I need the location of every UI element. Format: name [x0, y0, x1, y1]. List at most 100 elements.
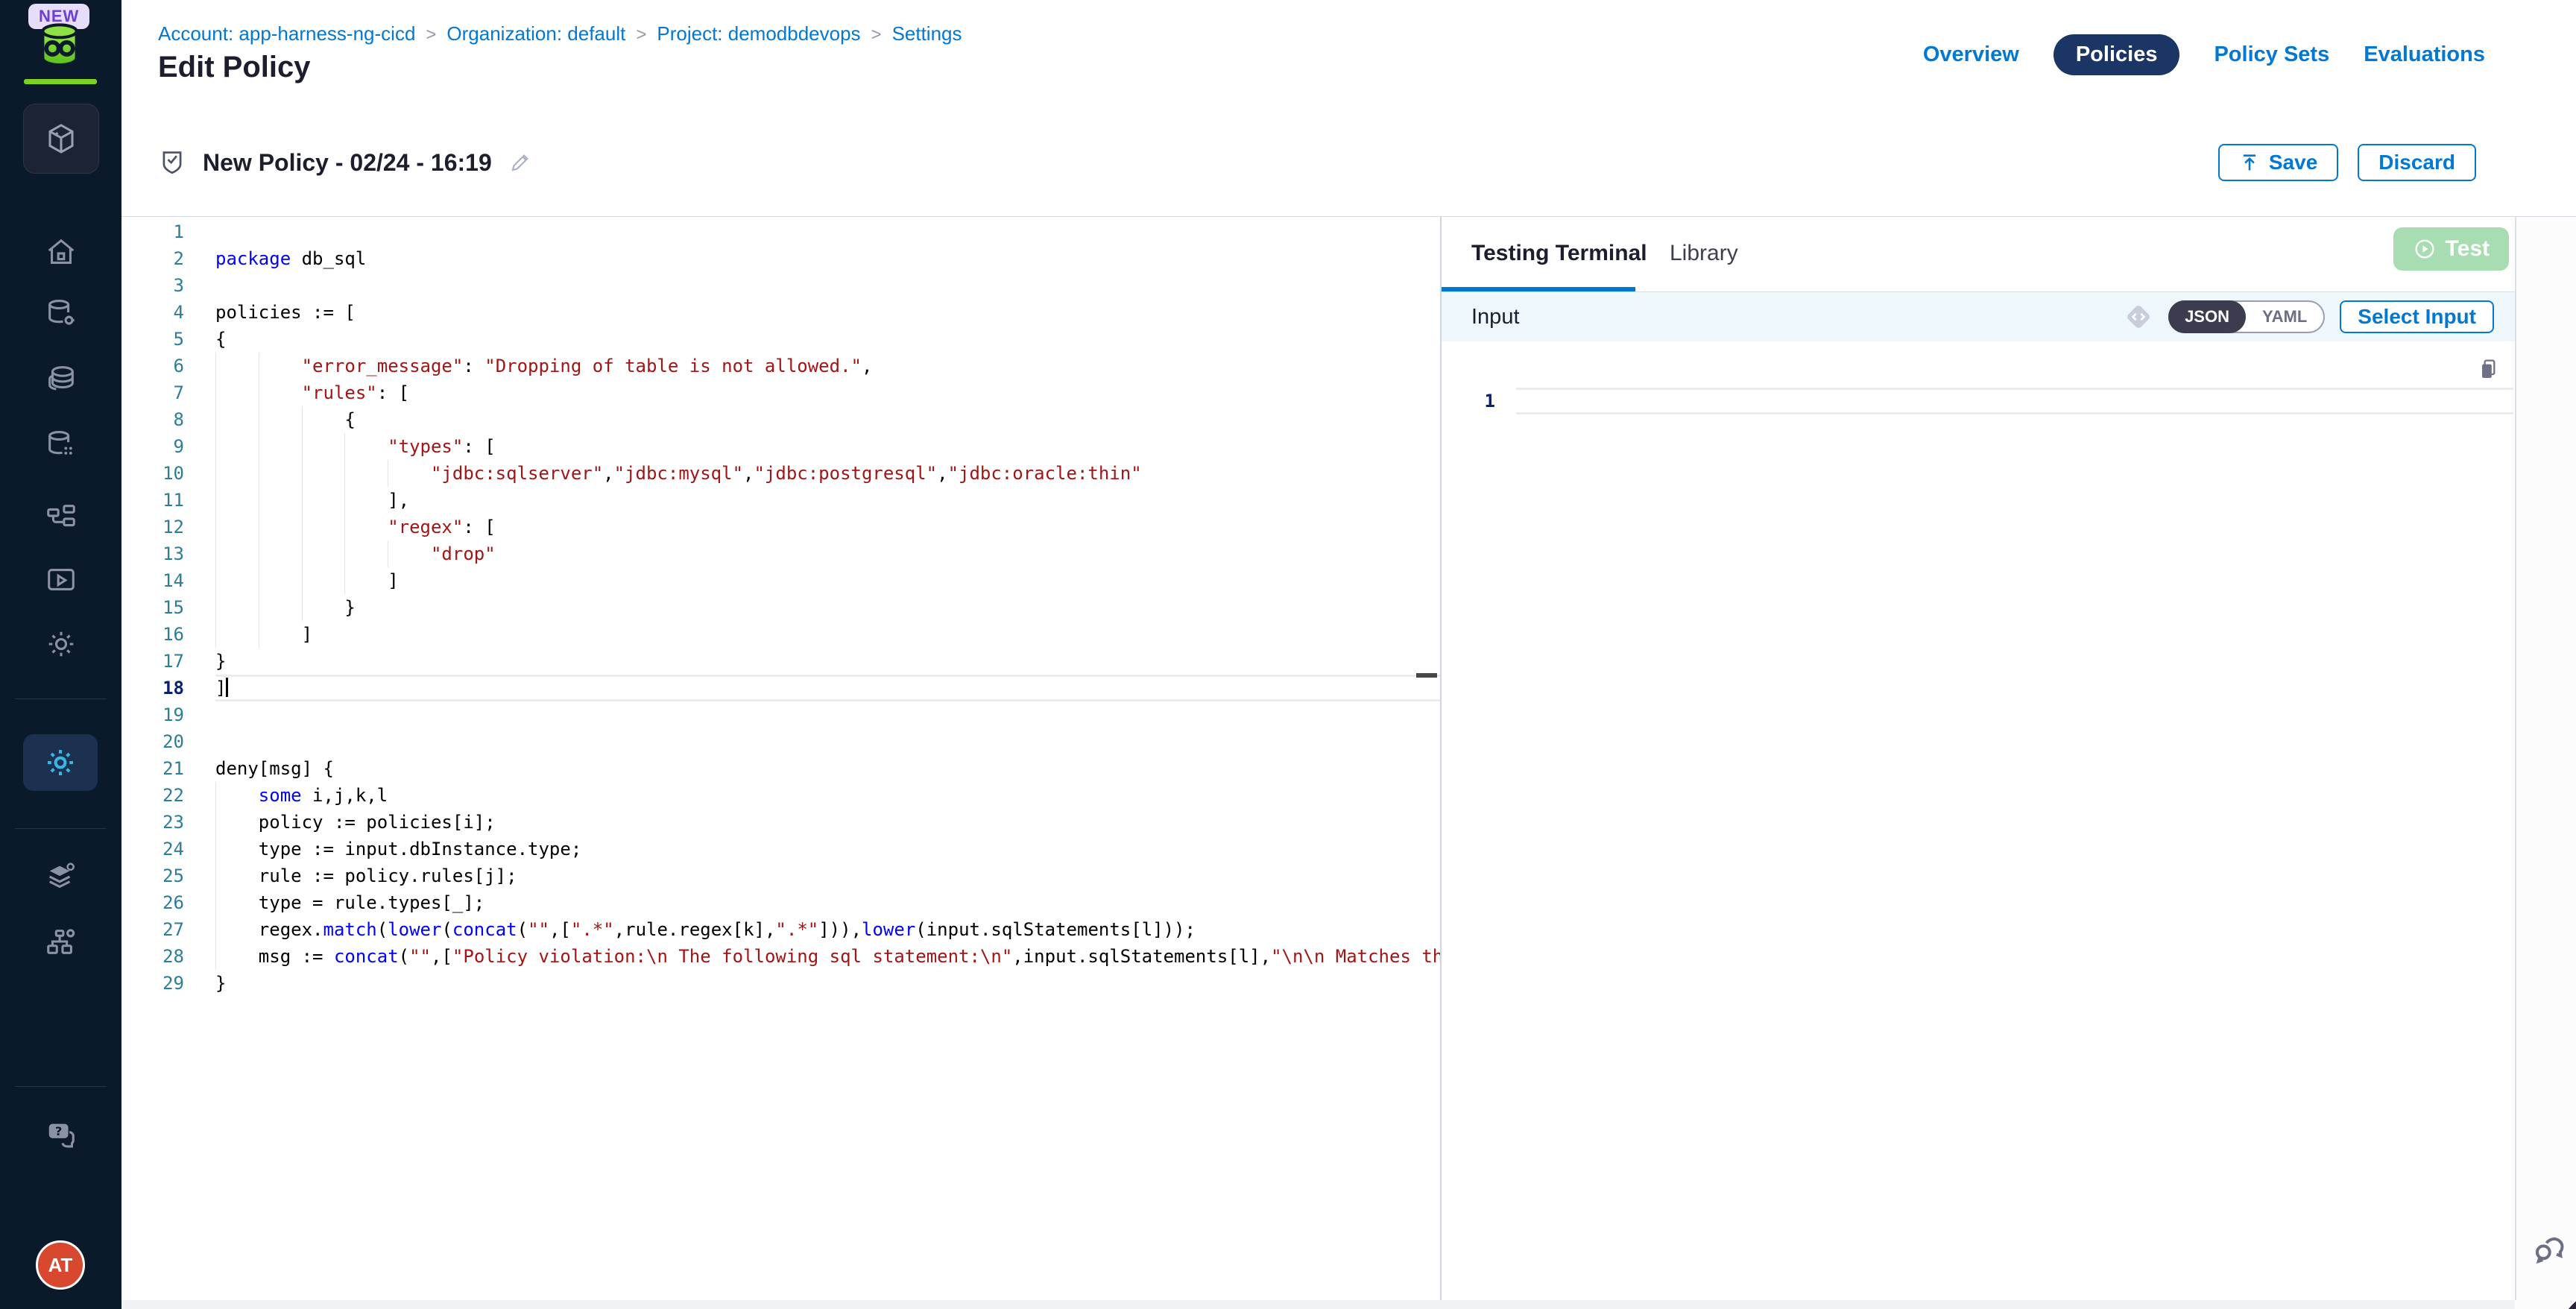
discard-button[interactable]: Discard: [2358, 144, 2476, 181]
line-number: 18: [121, 675, 184, 701]
test-button[interactable]: Test: [2393, 227, 2509, 271]
code-line[interactable]: 23 policy := policies[i];: [121, 809, 1440, 836]
edit-pencil-icon[interactable]: [508, 151, 532, 174]
harness-db-devops-logo-icon[interactable]: [34, 22, 85, 69]
code-line[interactable]: 10 "jdbc:sqlserver","jdbc:mysql","jdbc:p…: [121, 460, 1440, 487]
format-json-option[interactable]: JSON: [2168, 300, 2246, 333]
line-number: 14: [121, 567, 184, 594]
code-line[interactable]: 5{: [121, 326, 1440, 353]
code-line[interactable]: 1: [121, 218, 1440, 245]
line-number: 24: [121, 836, 184, 862]
sidebar-module-tile[interactable]: [23, 104, 99, 174]
line-number: 2: [121, 245, 184, 272]
code-line[interactable]: 29}: [121, 970, 1440, 997]
copy-icon[interactable]: [2473, 356, 2498, 382]
org-structure-icon[interactable]: [44, 924, 78, 959]
code-line[interactable]: 22 some i,j,k,l: [121, 782, 1440, 809]
line-number: 5: [121, 326, 184, 353]
sidebar-item-settings-active[interactable]: [23, 734, 98, 791]
line-number: 16: [121, 621, 184, 648]
logo-underline: [24, 79, 97, 84]
format-yaml-option[interactable]: YAML: [2246, 300, 2323, 333]
save-button[interactable]: Save: [2218, 144, 2338, 181]
code-line[interactable]: 9 "types": [: [121, 433, 1440, 460]
tab-overview[interactable]: Overview: [1923, 42, 2019, 67]
code-line[interactable]: 20: [121, 728, 1440, 755]
line-number: 12: [121, 514, 184, 540]
policy-toolbar: New Policy - 02/24 - 16:19 Save Discard: [121, 109, 2576, 217]
code-line[interactable]: 15 }: [121, 594, 1440, 621]
line-number: 10: [121, 460, 184, 487]
code-line[interactable]: 13 "drop": [121, 540, 1440, 567]
code-line[interactable]: 28 msg := concat("",["Policy violation:\…: [121, 943, 1440, 970]
sidebar-divider: [15, 828, 107, 829]
breadcrumb-separator: >: [636, 25, 646, 45]
settings-gear-active-icon: [42, 745, 78, 780]
policy-name: New Policy - 02/24 - 16:19: [203, 149, 492, 177]
code-line[interactable]: 18]: [121, 675, 1440, 701]
code-line[interactable]: 7 "rules": [: [121, 379, 1440, 406]
tab-policies-active[interactable]: Policies: [2053, 34, 2180, 75]
breadcrumb: Account: app-harness-ng-cicd > Organizatio…: [158, 22, 962, 45]
shield-check-icon: [158, 148, 186, 177]
resources-layers-icon[interactable]: [44, 860, 78, 895]
code-editor[interactable]: 12package db_sql34policies := [5{6 "erro…: [121, 217, 1440, 1300]
code-line[interactable]: 4policies := [: [121, 299, 1440, 326]
right-margin-strip: [2516, 217, 2576, 1309]
line-number: 7: [121, 379, 184, 406]
database-instances-icon[interactable]: [44, 428, 78, 462]
edit-policy-page: NEW: [0, 0, 2576, 1309]
input-editor[interactable]: 1: [1442, 341, 2515, 1299]
line-number: 27: [121, 916, 184, 943]
breadcrumb-project[interactable]: Project: demodbdevops: [657, 22, 860, 45]
support-chat-icon[interactable]: [2528, 1230, 2570, 1272]
code-line[interactable]: 27 regex.match(lower(concat("",[".*",rul…: [121, 916, 1440, 943]
tab-library[interactable]: Library: [1670, 241, 1738, 266]
code-format-icon: [2124, 302, 2153, 332]
breadcrumb-account[interactable]: Account: app-harness-ng-cicd: [158, 22, 415, 45]
code-line[interactable]: 17}: [121, 648, 1440, 675]
breadcrumb-separator: >: [426, 25, 436, 45]
code-line[interactable]: 3: [121, 272, 1440, 299]
code-line[interactable]: 24 type := input.dbInstance.type;: [121, 836, 1440, 862]
breadcrumb-organization[interactable]: Organization: default: [446, 22, 625, 45]
upload-icon: [2239, 152, 2260, 173]
bottom-scroll-area[interactable]: [121, 1300, 2515, 1309]
code-line[interactable]: 14 ]: [121, 567, 1440, 594]
executions-play-icon[interactable]: [44, 563, 78, 597]
code-line[interactable]: 19: [121, 701, 1440, 728]
code-line[interactable]: 25 rule := policy.rules[j];: [121, 862, 1440, 889]
help-chat-icon[interactable]: ?: [44, 1118, 78, 1152]
breadcrumb-settings[interactable]: Settings: [892, 22, 962, 45]
code-line[interactable]: 11 ],: [121, 487, 1440, 514]
top-header: Account: app-harness-ng-cicd > Organizatio…: [121, 0, 2576, 110]
code-line[interactable]: 2package db_sql: [121, 245, 1440, 272]
input-editor-line[interactable]: 1: [1442, 388, 2513, 414]
line-number: 6: [121, 353, 184, 379]
select-input-button[interactable]: Select Input: [2340, 300, 2494, 333]
tab-testing-terminal[interactable]: Testing Terminal: [1471, 241, 1647, 266]
testing-panel: Testing Terminal Library Test Input JSON…: [1442, 217, 2516, 1300]
code-line[interactable]: 12 "regex": [: [121, 514, 1440, 540]
code-line[interactable]: 16 ]: [121, 621, 1440, 648]
pipeline-flow-icon[interactable]: [44, 500, 78, 534]
settings-gear-icon[interactable]: [44, 627, 78, 661]
home-icon[interactable]: [44, 236, 78, 270]
code-line[interactable]: 26 type = rule.types[_];: [121, 889, 1440, 916]
avatar[interactable]: AT: [36, 1240, 85, 1290]
database-stack-icon[interactable]: [44, 362, 78, 397]
line-number: 13: [121, 540, 184, 567]
database-settings-icon[interactable]: [44, 297, 78, 331]
code-line[interactable]: 8 {: [121, 406, 1440, 433]
line-number: 28: [121, 943, 184, 970]
line-number: 26: [121, 889, 184, 916]
code-line[interactable]: 6 "error_message": "Dropping of table is…: [121, 353, 1440, 379]
sidebar-divider: [15, 1086, 107, 1087]
tab-evaluations[interactable]: Evaluations: [2364, 42, 2485, 67]
overview-ruler-cursor-mark: [1416, 673, 1437, 678]
tab-policy-sets[interactable]: Policy Sets: [2214, 42, 2329, 67]
input-line-content[interactable]: [1516, 388, 2513, 414]
line-number: 1: [121, 218, 184, 245]
code-line[interactable]: 21deny[msg] {: [121, 755, 1440, 782]
line-number: 15: [121, 594, 184, 621]
